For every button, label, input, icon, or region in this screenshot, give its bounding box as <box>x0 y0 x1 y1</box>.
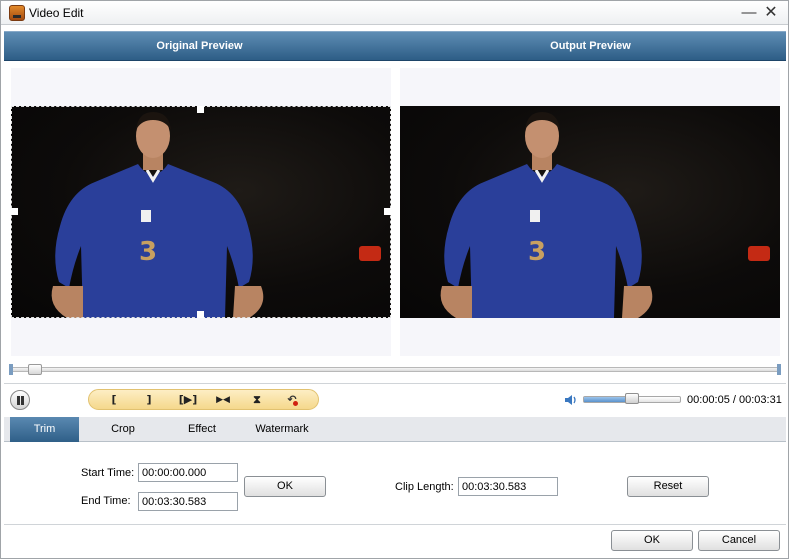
window-title: Video Edit <box>29 6 84 20</box>
original-video-frame: 3 <box>11 106 391 318</box>
end-time-input[interactable] <box>138 492 238 511</box>
svg-text:3: 3 <box>528 237 546 267</box>
seek-slider[interactable] <box>9 364 781 375</box>
original-preview-label: Original Preview <box>156 40 243 52</box>
crop-handle-top[interactable] <box>197 106 204 113</box>
volume-thumb[interactable] <box>625 393 639 404</box>
player-figure: 3 <box>440 112 653 318</box>
crop-handle-left[interactable] <box>11 208 18 215</box>
app-icon <box>9 5 25 21</box>
tab-trim[interactable]: Trim <box>10 417 79 442</box>
reset-button[interactable]: Reset <box>627 476 709 497</box>
tab-crop[interactable]: Crop <box>86 417 160 442</box>
clip-length-label: Clip Length: <box>395 481 454 493</box>
skip-segment-tool[interactable]: ▶◀ <box>210 392 236 408</box>
tab-effect[interactable]: Effect <box>164 417 240 442</box>
undo-tool[interactable]: ↶ <box>281 392 303 408</box>
crop-handle-right[interactable] <box>384 208 391 215</box>
background-light <box>748 246 770 261</box>
output-preview-label: Output Preview <box>550 40 631 52</box>
set-end-tool[interactable]: ] <box>138 392 160 408</box>
end-time-label: End Time: <box>81 495 131 507</box>
title-bar: Video Edit — ✕ <box>1 1 788 25</box>
preview-header: Original Preview Output Preview <box>4 31 786 61</box>
close-icon[interactable]: ✕ <box>761 3 781 23</box>
play-segment-tool[interactable]: [▶] <box>175 392 201 408</box>
trim-ok-button[interactable]: OK <box>244 476 326 497</box>
edit-toolbar: [ ] [▶] ▶◀ ⧗ ↶ <box>88 389 319 410</box>
crop-frame[interactable] <box>11 106 391 318</box>
cancel-button[interactable]: Cancel <box>698 530 780 551</box>
crop-handle-bottom[interactable] <box>197 311 204 318</box>
volume-icon[interactable] <box>564 393 578 407</box>
tab-watermark[interactable]: Watermark <box>244 417 320 442</box>
start-time-label: Start Time: <box>81 467 135 479</box>
seek-track[interactable] <box>9 367 781 372</box>
pause-button[interactable] <box>10 390 30 410</box>
merge-tool[interactable]: ⧗ <box>246 392 268 408</box>
divider <box>4 383 786 384</box>
video-edit-window: Video Edit — ✕ Original Preview Output P… <box>0 0 789 559</box>
ok-button[interactable]: OK <box>611 530 693 551</box>
original-preview-panel: 3 <box>11 68 391 356</box>
divider <box>4 524 786 525</box>
time-readout: 00:00:05 / 00:03:31 <box>687 394 782 406</box>
seek-thumb[interactable] <box>28 364 43 375</box>
output-preview-panel: 3 <box>400 68 780 356</box>
tab-strip: Trim Crop Effect Watermark <box>4 417 786 442</box>
trim-panel: Start Time: End Time: OK Clip Length: Re… <box>4 443 786 523</box>
start-time-input[interactable] <box>138 463 238 482</box>
set-start-tool[interactable]: [ <box>103 392 125 408</box>
preview-area: 3 3 <box>4 62 786 362</box>
clip-length-field <box>458 477 558 496</box>
seek-start-marker[interactable] <box>9 364 13 375</box>
minimize-icon[interactable]: — <box>739 3 759 23</box>
output-video-frame: 3 <box>400 106 780 318</box>
seek-end-marker[interactable] <box>777 364 781 375</box>
